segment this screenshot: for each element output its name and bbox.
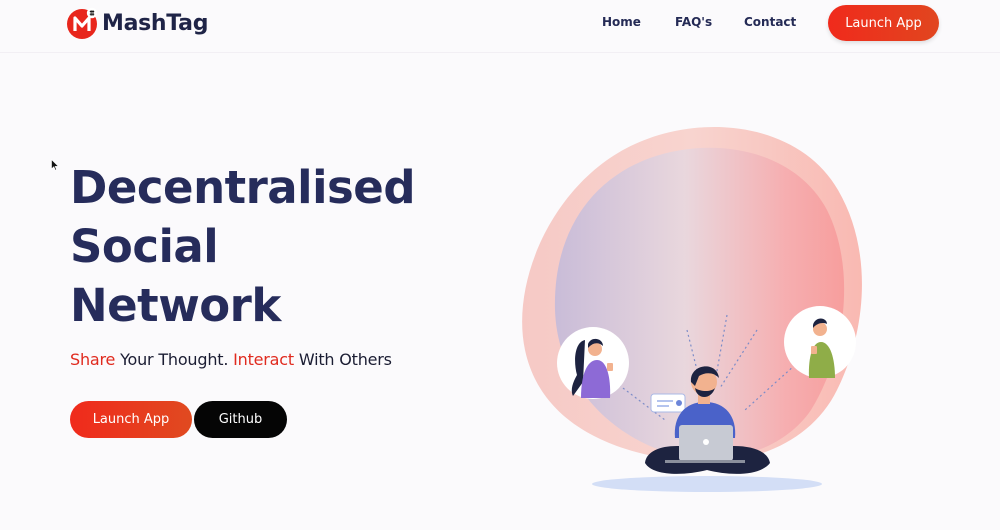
- brand-name: MashTag: [102, 10, 209, 36]
- brand-logo[interactable]: MashTag: [66, 6, 208, 40]
- avatar-man-phone: [784, 306, 856, 378]
- message-bubble-icon: [650, 393, 686, 413]
- nav-launch-app-button[interactable]: Launch App: [828, 5, 939, 41]
- landing-page: MashTag Home FAQ's Contact Launch App De…: [0, 0, 1000, 530]
- tagline-share: Share: [70, 350, 116, 369]
- nav-link-faq[interactable]: FAQ's: [675, 15, 712, 29]
- hero-github-button[interactable]: Github: [194, 401, 287, 438]
- hero-title-line-1: Decentralised: [70, 161, 416, 214]
- nav-link-contact[interactable]: Contact: [744, 15, 796, 29]
- nav-divider: [0, 52, 1000, 53]
- hero-title-line-3: Network: [70, 279, 281, 332]
- ground-shadow: [592, 476, 822, 492]
- avatar-woman-phone: [557, 327, 629, 399]
- mashtag-logo-icon: [67, 7, 98, 39]
- tagline-interact: Interact: [233, 350, 294, 369]
- hero-launch-app-button[interactable]: Launch App: [70, 401, 192, 438]
- tagline-with-others: With Others: [293, 350, 392, 369]
- mouse-pointer-icon: [51, 159, 59, 171]
- navbar: MashTag Home FAQ's Contact Launch App: [0, 0, 1000, 46]
- hero-tagline: Share Your Thought. Interact With Others: [70, 350, 392, 369]
- hero-illustration: [522, 126, 862, 492]
- nav-link-home[interactable]: Home: [602, 15, 641, 29]
- hero-title-line-2: Social: [70, 220, 219, 273]
- tagline-your-thought: Your Thought.: [115, 350, 234, 369]
- hero-title: Decentralised Social Network: [70, 158, 416, 335]
